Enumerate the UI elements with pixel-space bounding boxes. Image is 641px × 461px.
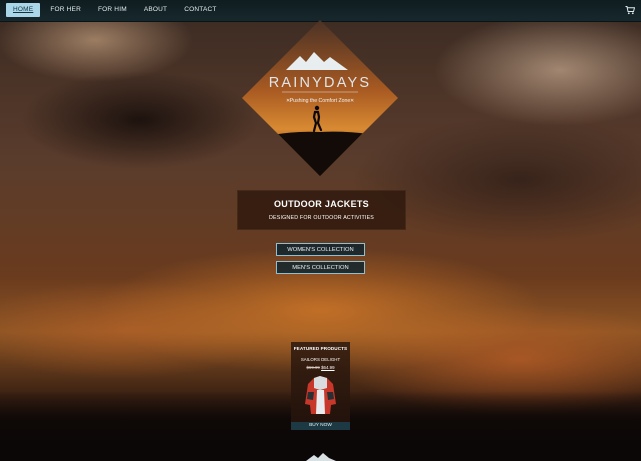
nav-home[interactable]: HOME [6,3,41,17]
old-price: $69.99 [306,365,320,370]
nav-contact[interactable]: CONTACT [177,3,223,17]
new-price: $64.99 [321,365,335,370]
svg-text:✕: ✕ [350,98,354,104]
svg-text:RAINYDAYS: RAINYDAYS [269,75,372,91]
hero-title: OUTDOOR JACKETS [273,199,369,209]
buy-now-button[interactable]: BUY NOW [291,422,350,430]
product-price: $69.99 $64.99 [291,365,350,370]
hero-banner: OUTDOOR JACKETS DESIGNED FOR OUTDOOR ACT… [237,190,406,230]
featured-products-card: FEATURED PRODUCTS SAILORS DELIGHT $69.99… [291,342,350,430]
svg-text:✕: ✕ [286,98,290,104]
featured-heading: FEATURED PRODUCTS [293,346,348,351]
nav-links: HOME FOR HER FOR HIM ABOUT CONTACT [6,3,227,17]
nav-about[interactable]: ABOUT [137,3,174,17]
footer-mountain-icon [306,453,336,461]
nav-for-her[interactable]: FOR HER [43,3,88,17]
mens-collection-button[interactable]: MEN'S COLLECTION [276,261,365,274]
hero-subtitle: DESIGNED FOR OUTDOOR ACTIVITIES [268,215,375,221]
rainydays-logo[interactable]: RAINYDAYS Pushing the Comfort Zone ✕ ✕ [240,18,400,178]
jacket-product-image[interactable] [303,374,338,418]
product-name[interactable]: SAILORS DELIGHT [291,357,350,362]
svg-text:Pushing the Comfort Zone: Pushing the Comfort Zone [290,98,351,104]
cart-icon[interactable] [625,5,635,15]
nav-for-him[interactable]: FOR HIM [91,3,134,17]
womens-collection-button[interactable]: WOMEN'S COLLECTION [276,243,365,256]
